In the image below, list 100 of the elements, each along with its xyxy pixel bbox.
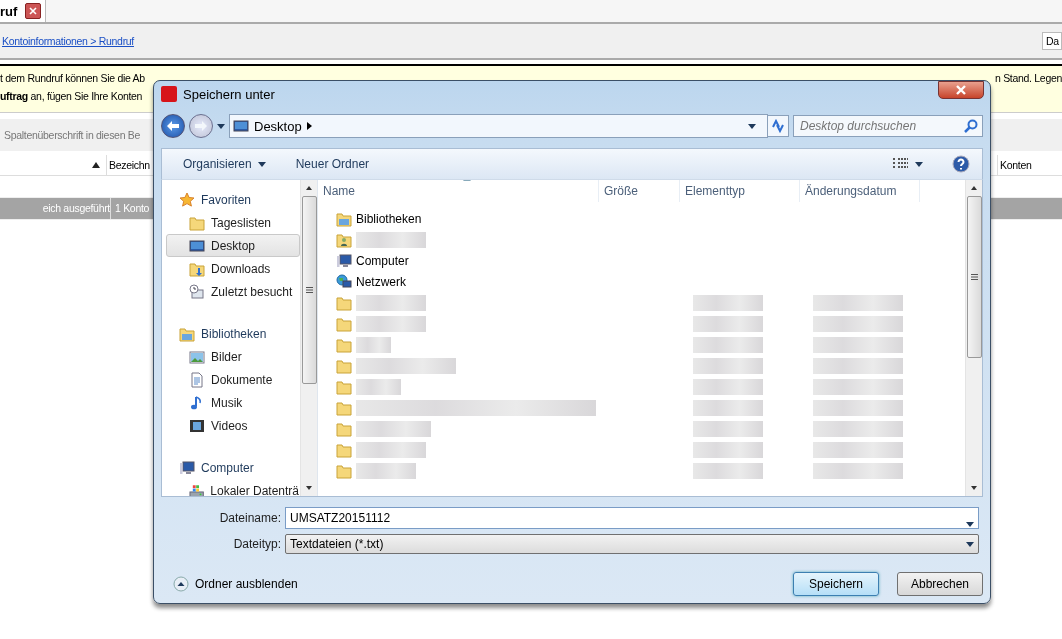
- file-name[interactable]: Bibliotheken: [356, 211, 422, 226]
- nav-item[interactable]: Zuletzt besucht: [166, 280, 300, 303]
- nav-item[interactable]: Desktop: [166, 234, 300, 257]
- help-icon[interactable]: [952, 155, 970, 173]
- desktop-icon: [233, 118, 249, 134]
- star-icon: [179, 191, 195, 208]
- blurred-text: [356, 336, 391, 353]
- nav-item[interactable]: Computer: [166, 456, 300, 479]
- info-text: uftrag an, fügen Sie Ihre Konten: [0, 89, 143, 104]
- chevron-right-icon[interactable]: [306, 122, 313, 130]
- folder-icon: [336, 378, 352, 395]
- folder-icon: [336, 399, 352, 416]
- scrollbar-thumb[interactable]: [301, 196, 317, 384]
- close-icon[interactable]: [25, 3, 42, 19]
- dropdown-icon: [748, 123, 756, 129]
- blurred-text: [356, 378, 401, 395]
- nav-item[interactable]: Tageslisten: [166, 211, 300, 234]
- scroll-down-icon[interactable]: [306, 486, 312, 490]
- filetype-dropdown[interactable]: Textdateien (*.txt): [285, 534, 979, 554]
- collapse-icon: [173, 576, 189, 592]
- file-name[interactable]: Computer: [356, 253, 409, 268]
- close-button[interactable]: [938, 81, 984, 99]
- search-icon: [964, 119, 978, 133]
- blurred-text: [693, 315, 763, 332]
- file-name[interactable]: Netzwerk: [356, 274, 406, 289]
- address-bar[interactable]: Desktop: [229, 114, 768, 138]
- grip-icon: [970, 274, 978, 280]
- field-label: Dateiname:: [218, 511, 281, 525]
- scrollbar[interactable]: [300, 180, 317, 496]
- library-icon: [179, 325, 195, 342]
- filename-field[interactable]: UMSATZ20151112: [285, 507, 979, 529]
- scrollbar-thumb[interactable]: [966, 196, 982, 358]
- column-header[interactable]: Größe: [599, 180, 680, 202]
- dropdown-icon: [257, 161, 266, 167]
- recent-places-icon: [189, 283, 205, 300]
- blurred-text: [693, 441, 763, 458]
- details-view-icon: [893, 158, 909, 170]
- nav-item[interactable]: Favoriten: [166, 188, 300, 211]
- back-button[interactable]: [161, 114, 185, 138]
- blurred-text: [693, 420, 763, 437]
- column-header[interactable]: Name: [318, 180, 599, 202]
- column-header[interactable]: Konten: [997, 155, 1032, 175]
- film-icon: [189, 417, 205, 434]
- hide-folders-button[interactable]: Ordner ausblenden: [173, 576, 298, 592]
- blurred-text: [693, 399, 763, 416]
- dropdown-icon: [966, 541, 974, 547]
- folder-icon: [336, 357, 352, 374]
- folder-icon: [336, 441, 352, 458]
- drive-icon: [189, 482, 205, 496]
- nav-item[interactable]: Bilder: [166, 345, 300, 368]
- folder-icon: [336, 336, 352, 353]
- blurred-text: [693, 462, 763, 479]
- dropdown-icon: [915, 161, 923, 167]
- dropdown-icon: [966, 522, 974, 527]
- forward-button[interactable]: [189, 114, 213, 138]
- scroll-up-icon[interactable]: [971, 186, 977, 190]
- grip-icon: [305, 287, 313, 293]
- dialog-button[interactable]: Abbrechen: [897, 572, 983, 596]
- scroll-up-icon[interactable]: [306, 186, 312, 190]
- info-text: n Stand. Legen: [994, 71, 1062, 86]
- scroll-down-icon[interactable]: [971, 486, 977, 490]
- nav-item[interactable]: Lokaler Datenträ: [166, 479, 300, 496]
- folder-icon: [336, 315, 352, 332]
- date-field[interactable]: Da: [1042, 32, 1062, 50]
- scrollbar[interactable]: [965, 180, 982, 496]
- group-hint: Spaltenüberschrift in diesen Be: [4, 129, 141, 141]
- table-cell: eich ausgeführt: [42, 202, 110, 214]
- nav-item[interactable]: Dokumente: [166, 368, 300, 391]
- pictures-icon: [189, 348, 205, 365]
- organize-button[interactable]: Organisieren: [178, 155, 271, 173]
- blurred-text: [693, 336, 763, 353]
- dialog-button[interactable]: Speichern: [793, 572, 879, 596]
- blurred-text: [356, 315, 426, 332]
- documents-icon: [189, 371, 205, 388]
- nav-item[interactable]: Bibliotheken: [166, 322, 300, 345]
- nav-item[interactable]: Downloads: [166, 257, 300, 280]
- download-icon: [189, 260, 205, 277]
- nav-item[interactable]: Videos: [166, 414, 300, 437]
- column-header[interactable]: Änderungsdatum: [800, 180, 920, 202]
- nav-item[interactable]: Musik: [166, 391, 300, 414]
- document-tab[interactable]: ruf: [0, 0, 47, 22]
- folder-icon: [189, 214, 205, 231]
- folder-icon: [336, 294, 352, 311]
- blurred-text: [693, 294, 763, 311]
- column-header[interactable]: Elementtyp: [680, 180, 800, 202]
- close-icon: [955, 85, 967, 95]
- new-folder-button[interactable]: Neuer Ordner: [290, 155, 375, 173]
- breadcrumb-link[interactable]: Kontoinformationen > Rundruf: [2, 35, 134, 47]
- refresh-button[interactable]: [767, 115, 789, 137]
- blurred-text: [356, 441, 426, 458]
- folder-icon: [336, 462, 352, 479]
- blurred-text: [693, 378, 763, 395]
- blurred-text: [356, 462, 416, 479]
- search-field[interactable]: Desktop durchsuchen: [793, 115, 983, 137]
- computer-icon: [179, 459, 195, 476]
- window-title: Speichern unter: [183, 86, 275, 102]
- network-icon: [336, 273, 352, 290]
- library-icon: [336, 210, 352, 227]
- forward-arrow-icon: [194, 120, 208, 132]
- computer-icon: [336, 252, 352, 269]
